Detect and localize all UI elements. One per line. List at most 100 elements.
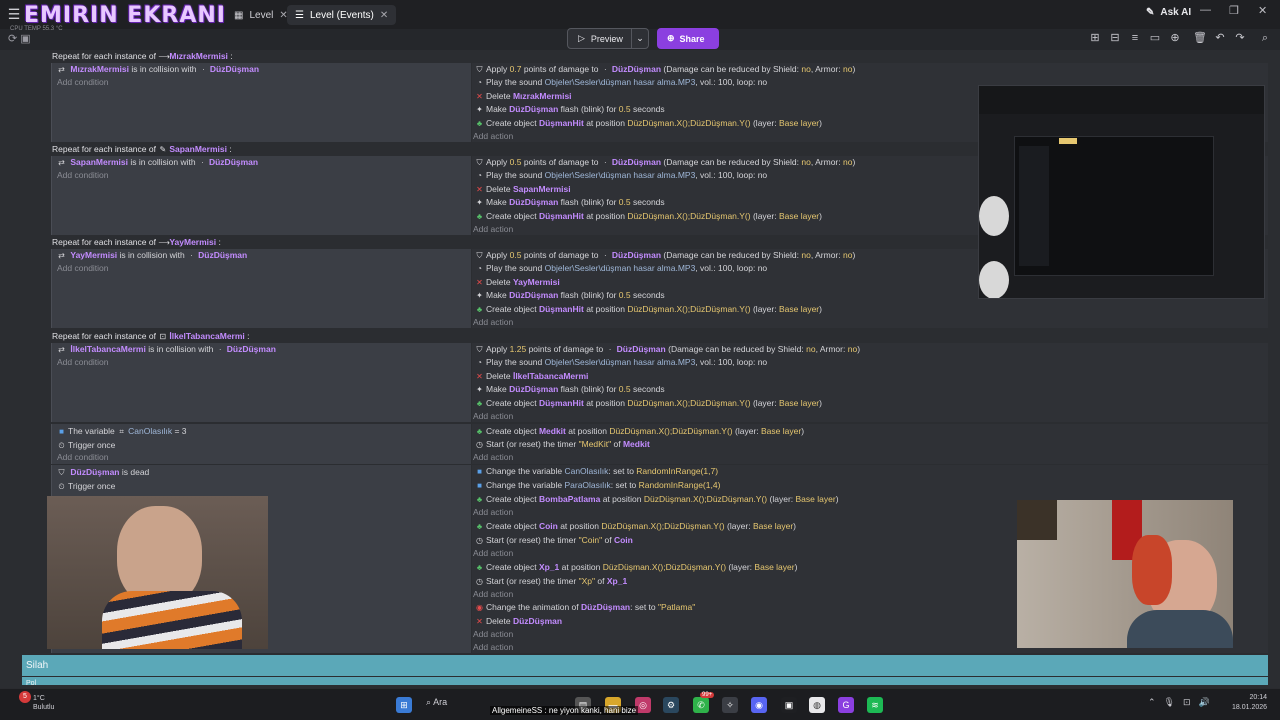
repeat-event-header[interactable]: Repeat for each instance of ⟶MızrakMermi… [48, 50, 1268, 63]
timer-icon: ◷ [476, 577, 483, 586]
add-action-link[interactable]: Add action [473, 451, 513, 464]
comment-icon[interactable]: ▭ [1148, 31, 1162, 45]
minimize-icon[interactable]: — [1200, 4, 1211, 16]
add-condition-link[interactable]: Add condition [57, 451, 109, 464]
delete-x-icon: ✕ [476, 617, 483, 626]
condition-box[interactable]: ⇄ SapanMermisi is in collision with · Düz… [51, 156, 471, 235]
object-icon: · [604, 251, 607, 260]
timer-icon: ◷ [476, 440, 483, 449]
object-icon: ⟶ [158, 52, 170, 61]
chrome-icon[interactable]: ◍ [809, 697, 825, 713]
add-action-link[interactable]: Add action [473, 223, 513, 236]
close-icon[interactable]: ✕ [380, 10, 388, 21]
actions-box-medkit[interactable]: ♣ Create object Medkit at position DüzDüş… [472, 424, 1268, 464]
play-icon: ▷ [578, 33, 585, 43]
repeat-event-header[interactable]: Repeat for each instance of ⊡ İlkelTabanc… [48, 330, 1268, 343]
ask-ai-button[interactable]: ✎ Ask AI [1146, 7, 1191, 18]
system-tray[interactable]: ⌃🎙⊡🔊 [1148, 697, 1218, 708]
condition-box-medkit[interactable]: ■ The variable ⌗ CanOlasılık = 3 ⏲ Trigger … [51, 424, 471, 464]
taskbar-clock[interactable]: 20:14 18.01.2026 [1232, 693, 1267, 713]
object-icon: ⊡ [159, 332, 167, 341]
gdevelop-icon[interactable]: G [838, 697, 854, 713]
webcam-overlay-right [1017, 500, 1233, 648]
chevron-down-icon[interactable]: ⌄ [631, 29, 648, 48]
share-button[interactable]: ⊕ Share [657, 28, 719, 49]
windows-start-icon[interactable]: ⊞ [396, 697, 412, 713]
object-icon: ⟶ [158, 238, 170, 247]
app-icon-settings[interactable]: ✧ [722, 697, 738, 713]
add-condition-link[interactable]: Add condition [57, 262, 109, 275]
stream-brand-overlay: EMIRIN EKRANI [24, 3, 226, 28]
event-group-pol[interactable]: Pol [22, 677, 1268, 687]
screen-share-overlay [978, 85, 1265, 299]
variable-icon: ■ [477, 481, 482, 490]
delete-x-icon: ✕ [476, 185, 483, 194]
chat-subtitle-overlay: AllgemeineSS : ne yiyon kanki, hani bize [490, 706, 639, 715]
add-event-icon[interactable]: ⊞ [1088, 31, 1102, 45]
add-action-link[interactable]: Add action [473, 506, 513, 519]
condition-box[interactable]: ⇄ MızrakMermisi is in collision with · Dü… [51, 63, 471, 142]
weather-widget[interactable]: 1°C Bulutlu [33, 694, 54, 712]
tab-level-events[interactable]: ☰ Level (Events) ✕ [287, 5, 397, 25]
collision-icon: ⇄ [58, 158, 65, 167]
add-action-link[interactable]: Add action [473, 588, 513, 601]
object-icon: · [190, 251, 193, 260]
add-icon[interactable]: ⊕ [1168, 31, 1182, 45]
add-action-link[interactable]: Add action [473, 641, 513, 654]
shield-icon: ⛉ [476, 158, 483, 167]
variable-icon: ■ [59, 427, 64, 436]
save-icon[interactable]: ▣ [20, 33, 30, 45]
events-icon: ☰ [295, 9, 304, 21]
create-icon: ♣ [476, 495, 483, 504]
sound-icon: ◔ [477, 78, 482, 87]
add-condition-link[interactable]: Add condition [57, 356, 109, 369]
add-action-link[interactable]: Add action [473, 628, 513, 641]
spotify-icon[interactable]: ≋ [867, 697, 883, 713]
add-action-link[interactable]: Add action [473, 547, 513, 560]
redo-icon[interactable]: ↷ [1233, 31, 1247, 45]
maximize-icon[interactable]: ❐ [1229, 4, 1239, 17]
undo-icon[interactable]: ↶ [1213, 31, 1227, 45]
add-action-link[interactable]: Add action [473, 130, 513, 143]
left-toolbar-icons: ⟳ ▣ [8, 32, 31, 45]
delete-icon[interactable]: 🗑 [1193, 31, 1207, 45]
tab-label: Level [249, 9, 274, 21]
webcam-overlay-left [47, 496, 268, 649]
condition-box[interactable]: ⇄ YayMermisi is in collision with · DüzDü… [51, 249, 471, 328]
notification-badge[interactable]: 5 [19, 691, 31, 703]
window-close-icon[interactable]: ✕ [1258, 4, 1267, 17]
taskbar-search[interactable]: ⌕ Ara [426, 697, 447, 708]
whatsapp-icon[interactable]: ✆ [693, 697, 709, 713]
preview-button[interactable]: ▷ Preview ⌄ [567, 28, 649, 49]
condition-box[interactable]: ⇄ İlkelTabancaMermi is in collision with… [51, 343, 471, 422]
refresh-icon[interactable]: ⟳ [8, 33, 17, 45]
actions-box[interactable]: ⛉ Apply 1.25 points of damage to · DüzDüşm… [472, 343, 1268, 422]
flash-icon: ✦ [476, 385, 483, 394]
timer-icon: ◷ [476, 536, 483, 545]
create-icon: ♣ [476, 427, 483, 436]
collision-icon: ⇄ [58, 345, 65, 354]
discord-icon[interactable]: ◉ [751, 697, 767, 713]
create-icon: ♣ [476, 522, 483, 531]
scene-icon: ▦ [234, 9, 244, 21]
create-icon: ♣ [476, 399, 483, 408]
delete-x-icon: ✕ [476, 278, 483, 287]
tab-level[interactable]: ▦ Level ✕ [226, 5, 296, 25]
add-condition-link[interactable]: Add condition [57, 169, 109, 182]
object-icon: · [604, 158, 607, 167]
add-subevent-icon[interactable]: ⊟ [1108, 31, 1122, 45]
search-icon: ⌕ [426, 697, 432, 707]
add-action-link[interactable]: Add action [473, 410, 513, 423]
add-group-icon[interactable]: ≡ [1128, 31, 1142, 45]
event-group-silah[interactable]: Silah [22, 655, 1268, 676]
add-action-link[interactable]: Add action [473, 316, 513, 329]
add-condition-link[interactable]: Add condition [57, 76, 109, 89]
delete-x-icon: ✕ [476, 372, 483, 381]
search-icon[interactable]: ⌕ [1258, 31, 1272, 45]
globe-icon: ⊕ [667, 33, 675, 43]
steam-icon[interactable]: ⚙ [663, 697, 679, 713]
shield-icon: ⛉ [58, 468, 65, 477]
create-icon: ♣ [476, 305, 483, 314]
shield-icon: ⛉ [476, 345, 483, 354]
app-icon-dark[interactable]: ▣ [781, 697, 797, 713]
